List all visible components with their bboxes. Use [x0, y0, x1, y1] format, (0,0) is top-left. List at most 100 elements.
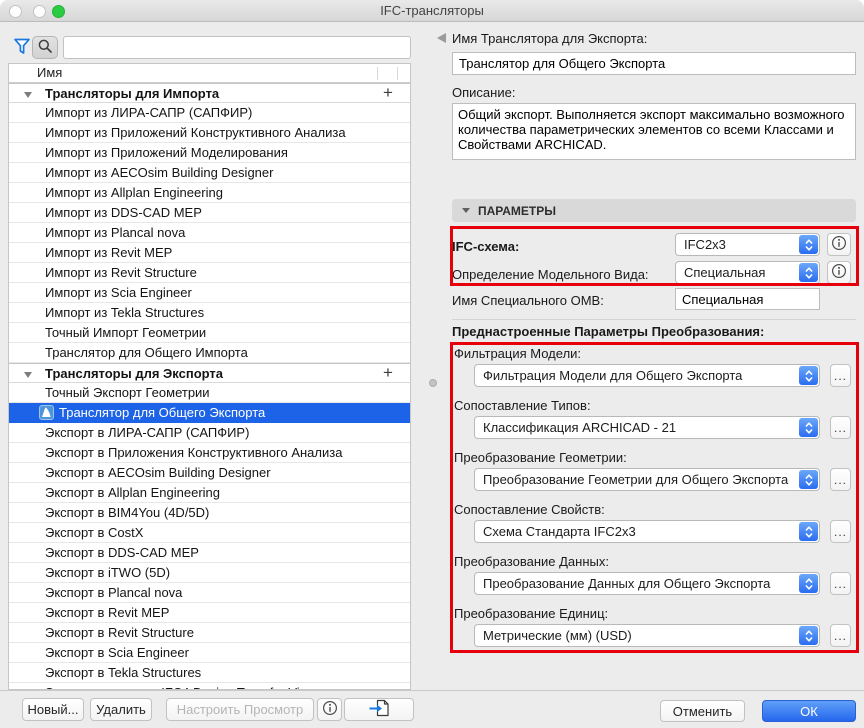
translator-label: Экспорт в Scia Engineer [45, 645, 189, 660]
mvd-info-button[interactable] [827, 261, 851, 284]
preset-popup[interactable]: Фильтрация Модели для Общего Экспорта [474, 364, 820, 387]
group-label: Трансляторы для Импорта [45, 86, 219, 101]
mvd-popup[interactable]: Специальная [675, 261, 820, 284]
preset-popup[interactable]: Преобразование Геометрии для Общего Эксп… [474, 468, 820, 491]
chevron-updown-icon [799, 366, 818, 385]
filter-icon[interactable] [13, 37, 31, 59]
translator-group-row[interactable]: Трансляторы для Экспорта + [9, 363, 410, 383]
add-translator-icon[interactable]: + [380, 84, 396, 104]
translator-row[interactable]: Экспорт в CostX [9, 523, 410, 543]
preset-popup[interactable]: Метрические (мм) (USD) [474, 624, 820, 647]
popup-value: IFC2x3 [684, 237, 795, 252]
search-input[interactable] [63, 36, 411, 59]
preset-popup[interactable]: Преобразование Данных для Общего Экспорт… [474, 572, 820, 595]
preset-more-button[interactable]: ... [830, 364, 851, 387]
translator-row[interactable]: Импорт из Приложений Конструктивного Ана… [9, 123, 410, 143]
translator-row[interactable]: Экспорт в AECOsim Building Designer [9, 463, 410, 483]
preset-group: Сопоставление Типов: Классификация ARCHI… [452, 398, 859, 450]
translator-row[interactable]: Импорт из Allplan Engineering [9, 183, 410, 203]
translator-row[interactable]: Импорт из DDS-CAD MEP [9, 203, 410, 223]
translator-label: Импорт из Revit MEP [45, 245, 172, 260]
translator-row[interactable]: Импорт из Plancal nova [9, 223, 410, 243]
custom-mvd-input[interactable] [675, 288, 820, 310]
preset-group: Сопоставление Свойств: Схема Стандарта I… [452, 502, 859, 554]
translator-label: Импорт из AECOsim Building Designer [45, 165, 273, 180]
translator-row[interactable]: Импорт из Tekla Structures [9, 303, 410, 323]
ifc-scheme-label: IFC-схема: [452, 239, 519, 254]
popup-value: Преобразование Геометрии для Общего Эксп… [483, 472, 795, 487]
add-translator-icon[interactable]: + [380, 364, 396, 384]
translator-name-input[interactable] [452, 52, 856, 75]
preset-label: Сопоставление Свойств: [454, 502, 861, 516]
translator-rows: Трансляторы для Импорта + Импорт из ЛИРА… [9, 83, 410, 690]
translator-row[interactable]: Транслятор для Общего Экспорта [9, 403, 410, 423]
new-translator-button[interactable]: Новый... [22, 698, 84, 721]
translator-row[interactable]: Экспорт в iTWO (5D) [9, 563, 410, 583]
translator-row[interactable]: Точный Экспорт Геометрии [9, 383, 410, 403]
parameters-header[interactable]: ПАРАМЕТРЫ [452, 199, 856, 222]
translator-row[interactable]: Импорт из Revit Structure [9, 263, 410, 283]
list-info-button[interactable] [317, 698, 342, 721]
preset-group: Преобразование Единиц: Метрические (мм) … [452, 606, 859, 658]
translator-row[interactable]: Экспорт в DDS-CAD MEP [9, 543, 410, 563]
bottom-divider [0, 690, 864, 691]
ifc-scheme-info-button[interactable] [827, 233, 851, 256]
preset-popup[interactable]: Схема Стандарта IFC2x3 [474, 520, 820, 543]
translator-row[interactable]: Импорт из Приложений Моделирования [9, 143, 410, 163]
translator-row[interactable]: Экспорт в ЛИРА-САПР (САПФИР) [9, 423, 410, 443]
ifc-scheme-popup[interactable]: IFC2x3 [675, 233, 820, 256]
translator-row[interactable]: Импорт из AECOsim Building Designer [9, 163, 410, 183]
translator-row[interactable]: Экспорт в Tekla Structures [9, 663, 410, 683]
translator-row[interactable]: Экспорт в Приложения Конструктивного Ана… [9, 443, 410, 463]
preset-more-button[interactable]: ... [830, 624, 851, 647]
translator-row[interactable]: Транслятор для Общего Импорта [9, 343, 410, 363]
ok-button[interactable]: ОК [762, 700, 856, 722]
popup-value: Метрические (мм) (USD) [483, 628, 795, 643]
divider [452, 319, 856, 320]
popup-value: Специальная [684, 265, 795, 280]
translator-row[interactable]: Импорт из Scia Engineer [9, 283, 410, 303]
disclosure-triangle-icon[interactable] [24, 92, 32, 98]
preset-more-button[interactable]: ... [830, 520, 851, 543]
disclosure-triangle-icon [462, 208, 470, 213]
chevron-updown-icon [799, 522, 818, 541]
translator-row[interactable]: Экспорт в Plancal nova [9, 583, 410, 603]
preset-more-button[interactable]: ... [830, 416, 851, 439]
splitter-handle[interactable] [429, 379, 437, 387]
translator-row[interactable]: Импорт из ЛИРА-САПР (САПФИР) [9, 103, 410, 123]
import-export-translator-button[interactable] [344, 698, 414, 721]
translator-row[interactable]: Экспорт в BIM4You (4D/5D) [9, 503, 410, 523]
setup-view-button: Настроить Просмотр [166, 698, 314, 721]
column-header-name: Имя [37, 65, 62, 80]
translator-row[interactable]: Экспорт в Scia Engineer [9, 643, 410, 663]
chevron-updown-icon [799, 574, 818, 593]
search-icon [37, 38, 53, 57]
cancel-button[interactable]: Отменить [660, 700, 745, 722]
translator-row[interactable]: Экспорт на основе IFC4 Design Transfer V… [9, 683, 410, 690]
translator-row[interactable]: Точный Импорт Геометрии [9, 323, 410, 343]
translator-row[interactable]: Экспорт в Revit Structure [9, 623, 410, 643]
translator-list: Имя Трансляторы для Импорта + Импорт из … [8, 63, 411, 690]
translator-row[interactable]: Экспорт в Revit MEP [9, 603, 410, 623]
preset-group: Преобразование Геометрии: Преобразование… [452, 450, 859, 502]
info-icon [831, 263, 847, 282]
export-translator-icon [368, 699, 390, 720]
delete-translator-button[interactable]: Удалить [90, 698, 152, 721]
translator-group-row[interactable]: Трансляторы для Импорта + [9, 83, 410, 103]
description-textarea[interactable]: Общий экспорт. Выполняется экспорт макси… [452, 103, 856, 160]
disclosure-triangle-icon[interactable] [24, 372, 32, 378]
preset-popup[interactable]: Классификация ARCHICAD - 21 [474, 416, 820, 439]
mvd-label: Определение Модельного Вида: [452, 267, 649, 282]
translator-row[interactable]: Экспорт в Allplan Engineering [9, 483, 410, 503]
translator-label: Транслятор для Общего Экспорта [59, 405, 265, 420]
titlebar: IFC-трансляторы [0, 0, 864, 22]
translator-label: Импорт из Приложений Конструктивного Ана… [45, 125, 346, 140]
translator-row[interactable]: Импорт из Revit MEP [9, 243, 410, 263]
collapse-panel-icon[interactable] [437, 33, 446, 43]
translator-label: Экспорт в Allplan Engineering [45, 485, 220, 500]
search-scope-button[interactable] [32, 36, 58, 59]
preset-more-button[interactable]: ... [830, 468, 851, 491]
list-column-header[interactable]: Имя [9, 64, 410, 83]
window-title: IFC-трансляторы [0, 3, 864, 18]
preset-more-button[interactable]: ... [830, 572, 851, 595]
